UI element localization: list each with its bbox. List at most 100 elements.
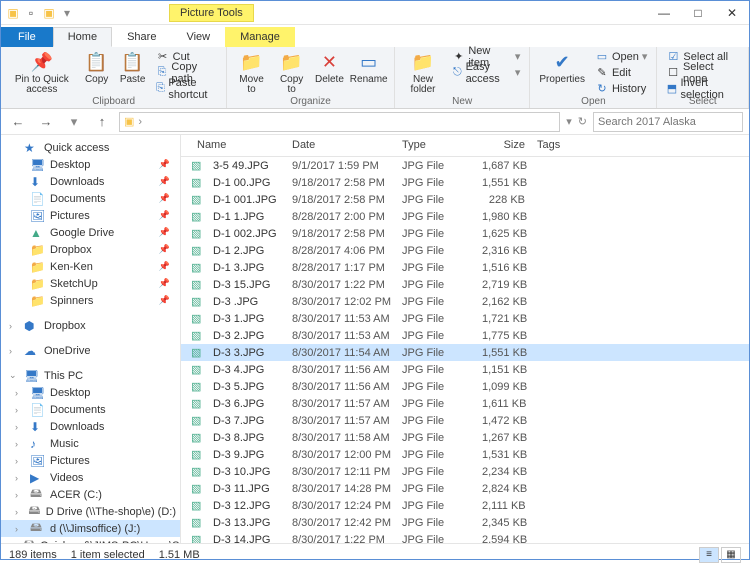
tab-file[interactable]: File [1,27,53,47]
details-view-button[interactable]: ≡ [699,547,719,563]
close-button[interactable]: ✕ [715,1,749,25]
nav-item[interactable]: 📁Spinners📌 [1,292,180,309]
copy-to-button[interactable]: 📁Copy to [274,49,310,96]
table-row[interactable]: ▧D-1 002.JPG9/18/2017 2:58 PMJPG File1,6… [181,225,749,242]
table-row[interactable]: ▧D-3 6.JPG8/30/2017 11:57 AMJPG File1,61… [181,395,749,412]
thumbnails-view-button[interactable]: ▦ [721,547,741,563]
nav-icon: ⬇ [30,420,45,434]
table-row[interactable]: ▧D-3 11.JPG8/30/2017 14:28 PMJPG File2,8… [181,480,749,497]
file-list[interactable]: Name Date Type Size Tags ▧3-5 49.JPG9/1/… [181,135,749,543]
paste-shortcut-button[interactable]: ⎘Paste shortcut [153,81,221,96]
nav-item[interactable]: ›▶Videos [1,469,180,486]
column-size[interactable]: Size [476,135,531,156]
table-row[interactable]: ▧D-3 13.JPG8/30/2017 12:42 PMJPG File2,3… [181,514,749,531]
nav-item[interactable]: ›☁OneDrive [1,342,180,359]
nav-item[interactable]: ★Quick access [1,139,180,156]
nav-item[interactable]: ›🖴Quicken (\\JIMS-PC\Users\Suzy\Doc [1,537,180,543]
nav-icon: 📁 [30,294,45,308]
pin-icon: 📌 [159,244,176,255]
search-input[interactable] [593,112,743,132]
refresh-button[interactable]: ↻ [578,115,587,128]
nav-item[interactable]: 🖥Desktop📌 [1,156,180,173]
file-type: JPG File [396,517,476,529]
table-row[interactable]: ▧D-3 15.JPG8/30/2017 1:22 PMJPG File2,71… [181,276,749,293]
nav-item[interactable]: 📁SketchUp📌 [1,275,180,292]
paste-button[interactable]: 📋Paste [117,49,149,86]
recent-locations-button[interactable]: ▾ [63,111,85,133]
table-row[interactable]: ▧D-1 1.JPG8/28/2017 2:00 PMJPG File1,980… [181,208,749,225]
easy-access-button[interactable]: ⎋Easy access ▾ [449,65,523,80]
dropdown-icon[interactable]: ▾ [566,115,572,128]
file-size: 1,611 KB [476,398,531,410]
nav-item[interactable]: ›🖴D Drive (\\The-shop\e) (D:) [1,503,180,520]
dropdown-icon[interactable]: ▾ [59,5,75,21]
file-name: D-3 .JPG [207,296,286,308]
minimize-button[interactable]: — [647,1,681,25]
table-row[interactable]: ▧D-3 12.JPG8/30/2017 12:24 PMJPG File2,1… [181,497,749,514]
table-row[interactable]: ▧D-3 10.JPG8/30/2017 12:11 PMJPG File2,2… [181,463,749,480]
group-clipboard: 📌Pin to Quick access 📋Copy 📋Paste ✂Cut ⎘… [1,47,227,108]
new-folder-button[interactable]: 📁New folder [401,49,445,96]
image-icon: ▧ [191,516,207,529]
tab-home[interactable]: Home [53,27,112,47]
properties-button[interactable]: ✔Properties [536,49,588,86]
nav-item[interactable]: 📄Documents📌 [1,190,180,207]
maximize-button[interactable]: □ [681,1,715,25]
invert-selection-button[interactable]: ⬒Invert selection [663,81,742,96]
tab-view[interactable]: View [171,27,225,47]
nav-item[interactable]: 📁Ken-Ken📌 [1,258,180,275]
nav-item[interactable]: 📁Dropbox📌 [1,241,180,258]
history-button[interactable]: ↻History [592,81,650,96]
nav-label: OneDrive [44,345,90,357]
table-row[interactable]: ▧D-3 2.JPG8/30/2017 11:53 AMJPG File1,77… [181,327,749,344]
nav-item[interactable]: ⬇Downloads📌 [1,173,180,190]
edit-button[interactable]: ✎Edit [592,65,650,80]
nav-item[interactable]: ›♪Music [1,435,180,452]
nav-label: Quicken (\\JIMS-PC\Users\Suzy\Doc [40,540,180,544]
column-date[interactable]: Date [286,135,396,156]
column-type[interactable]: Type [396,135,476,156]
table-row[interactable]: ▧D-3 9.JPG8/30/2017 12:00 PMJPG File1,53… [181,446,749,463]
table-row[interactable]: ▧D-3 3.JPG8/30/2017 11:54 AMJPG File1,55… [181,344,749,361]
nav-item[interactable]: ›⬢Dropbox [1,317,180,334]
nav-item[interactable]: ▲Google Drive📌 [1,224,180,241]
table-row[interactable]: ▧D-1 3.JPG8/28/2017 1:17 PMJPG File1,516… [181,259,749,276]
column-name[interactable]: Name [191,135,286,156]
table-row[interactable]: ▧D-1 2.JPG8/28/2017 4:06 PMJPG File2,316… [181,242,749,259]
group-label: Clipboard [7,96,220,108]
nav-item[interactable]: ›⬇Downloads [1,418,180,435]
copy-button[interactable]: 📋Copy [81,49,113,86]
nav-item[interactable]: 🖼Pictures📌 [1,207,180,224]
table-row[interactable]: ▧D-3 5.JPG8/30/2017 11:56 AMJPG File1,09… [181,378,749,395]
nav-item[interactable]: ›🖴d (\\Jimsoffice) (J:) [1,520,180,537]
table-row[interactable]: ▧3-5 49.JPG9/1/2017 1:59 PMJPG File1,687… [181,157,749,174]
table-row[interactable]: ▧D-3 4.JPG8/30/2017 11:56 AMJPG File1,15… [181,361,749,378]
table-row[interactable]: ▧D-3 .JPG8/30/2017 12:02 PMJPG File2,162… [181,293,749,310]
nav-item[interactable]: ›🖴ACER (C:) [1,486,180,503]
table-row[interactable]: ▧D-3 1.JPG8/30/2017 11:53 AMJPG File1,72… [181,310,749,327]
group-select: ☑Select all ☐Select none ⬒Invert selecti… [657,47,749,108]
table-row[interactable]: ▧D-3 7.JPG8/30/2017 11:57 AMJPG File1,47… [181,412,749,429]
move-to-button[interactable]: 📁Move to [233,49,270,96]
tab-share[interactable]: Share [112,27,171,47]
nav-item[interactable]: ›🖼Pictures [1,452,180,469]
table-row[interactable]: ▧D-3 14.JPG8/30/2017 1:22 PMJPG File2,59… [181,531,749,543]
tab-manage[interactable]: Manage [225,27,295,47]
file-date: 8/28/2017 1:17 PM [286,262,396,274]
qat-item[interactable]: ▫ [23,5,39,21]
rename-button[interactable]: ▭Rename [349,49,388,86]
table-row[interactable]: ▧D-3 8.JPG8/30/2017 11:58 AMJPG File1,26… [181,429,749,446]
back-button[interactable]: ← [7,111,29,133]
column-tags[interactable]: Tags [531,135,581,156]
up-button[interactable]: ↑ [91,111,113,133]
nav-item[interactable]: ›🖥Desktop [1,384,180,401]
open-button[interactable]: ▭Open ▾ [592,49,650,64]
navigation-pane[interactable]: ★Quick access🖥Desktop📌⬇Downloads📌📄Docume… [1,135,181,543]
nav-item[interactable]: ›📄Documents [1,401,180,418]
table-row[interactable]: ▧D-1 001.JPG9/18/2017 2:58 PMJPG File228… [181,191,749,208]
delete-button[interactable]: ✕Delete [313,49,345,86]
breadcrumb[interactable]: ▣› [119,112,560,132]
table-row[interactable]: ▧D-1 00.JPG9/18/2017 2:58 PMJPG File1,55… [181,174,749,191]
nav-item[interactable]: ⌄🖥This PC [1,367,180,384]
forward-button[interactable]: → [35,111,57,133]
